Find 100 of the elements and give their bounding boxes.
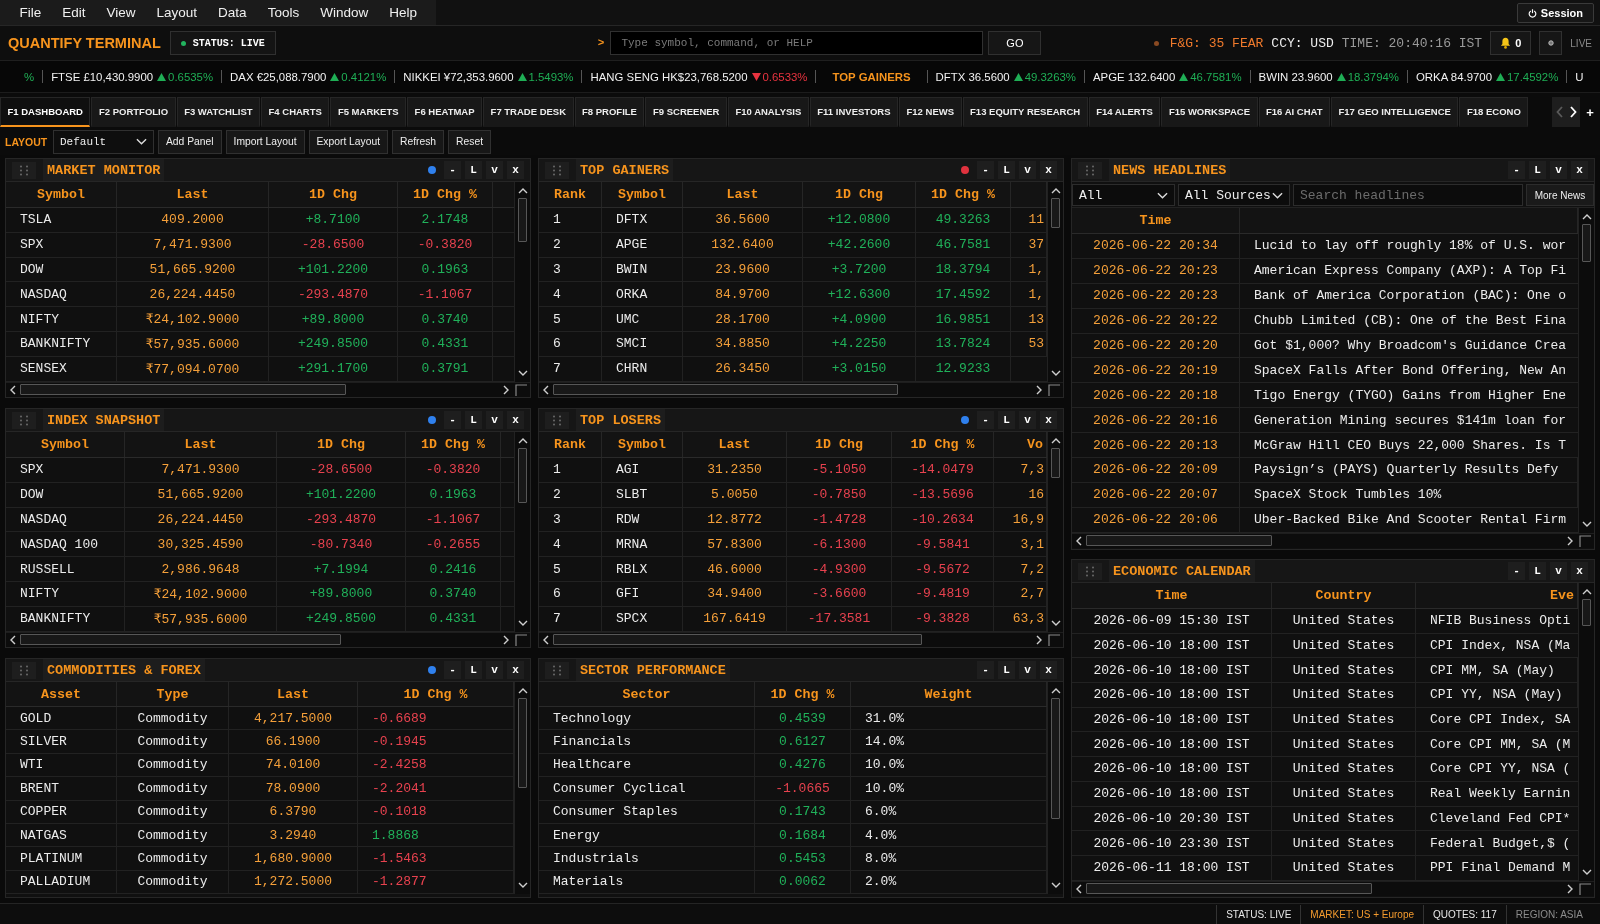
toolbar-button[interactable]: Add Panel [158, 129, 222, 154]
scrollbar-thumb[interactable] [20, 384, 346, 396]
panel-control-button[interactable]: L [998, 411, 1015, 429]
tab[interactable]: F15 WORKSPACE [1161, 97, 1258, 127]
tab[interactable]: F14 ALERTS [1088, 97, 1161, 127]
tab[interactable]: F7 TRADE DESK [483, 97, 574, 127]
command-field[interactable]: Type symbol, command, or HELP [610, 31, 984, 55]
tab[interactable]: F16 AI CHAT [1258, 97, 1330, 127]
scrollbar-thumb[interactable] [518, 198, 527, 242]
scrollbar-thumb[interactable] [1051, 448, 1060, 479]
grip-icon[interactable] [545, 661, 569, 679]
panel-control-button[interactable]: v [486, 661, 503, 679]
tab[interactable]: F9 SCREENER [645, 97, 727, 127]
panel-control-button[interactable]: v [1019, 661, 1036, 679]
chevron-down-icon[interactable] [1050, 882, 1061, 889]
panel-control-button[interactable]: v [1550, 161, 1567, 179]
menu-item[interactable]: File [9, 0, 52, 25]
panel-control-button[interactable]: - [977, 661, 994, 679]
alerts-button[interactable]: 0 [1490, 31, 1532, 55]
panel-control-button[interactable]: v [486, 161, 503, 179]
panel-control-button[interactable]: v [1019, 411, 1036, 429]
settings-button[interactable] [1539, 31, 1563, 55]
chevron-right-icon[interactable] [503, 634, 509, 645]
chevron-up-icon[interactable] [1050, 688, 1061, 694]
tab[interactable]: F13 EQUITY RESEARCH [962, 97, 1088, 127]
vertical-scrollbar[interactable] [514, 682, 530, 895]
tab[interactable]: F12 NEWS [899, 97, 962, 127]
chevron-down-icon[interactable] [1581, 868, 1592, 875]
panel-control-button[interactable]: x [1040, 161, 1057, 179]
toolbar-button[interactable]: Import Layout [225, 129, 305, 154]
chevron-up-icon[interactable] [1050, 438, 1061, 444]
menu-item[interactable]: View [96, 0, 147, 25]
chevron-up-icon[interactable] [1581, 589, 1592, 595]
grip-icon[interactable] [1078, 562, 1102, 580]
vertical-scrollbar[interactable] [1578, 583, 1594, 881]
chevron-down-icon[interactable] [1581, 520, 1592, 527]
grip-icon[interactable] [1078, 161, 1102, 179]
grip-icon[interactable] [12, 161, 36, 179]
chevron-right-icon[interactable] [1567, 883, 1573, 894]
menu-item[interactable]: Help [378, 0, 428, 25]
panel-control-button[interactable]: L [465, 661, 482, 679]
chevron-down-icon[interactable] [517, 369, 528, 376]
search-field[interactable]: Search headlines [1293, 184, 1523, 206]
layout-select[interactable]: Default [53, 129, 154, 154]
panel-control-button[interactable]: L [998, 661, 1015, 679]
tab[interactable]: F1 DASHBOARD [0, 97, 91, 127]
chevron-up-icon[interactable] [1050, 188, 1061, 194]
scrollbar-thumb[interactable] [1051, 198, 1060, 229]
vertical-scrollbar[interactable] [1578, 208, 1594, 533]
panel-control-button[interactable]: L [465, 161, 482, 179]
panel-control-button[interactable]: x [507, 661, 524, 679]
panel-control-button[interactable]: - [977, 411, 994, 429]
panel-control-button[interactable]: - [1508, 161, 1525, 179]
panel-control-button[interactable]: x [507, 161, 524, 179]
session-button[interactable]: Session [1516, 3, 1594, 23]
chevron-right-icon[interactable] [1036, 634, 1042, 645]
tab[interactable]: F8 PROFILE [574, 97, 645, 127]
menu-item[interactable]: Data [207, 0, 258, 25]
toolbar-button[interactable]: Reset [448, 129, 491, 154]
chevron-right-icon[interactable] [1567, 535, 1573, 546]
tab[interactable]: F18 ECONO [1459, 97, 1529, 127]
panel-control-button[interactable]: x [1571, 161, 1588, 179]
vertical-scrollbar[interactable] [1047, 182, 1063, 382]
panel-control-button[interactable]: L [1529, 161, 1546, 179]
scrollbar-thumb[interactable] [518, 448, 527, 504]
chevron-up-icon[interactable] [517, 688, 528, 694]
chevron-down-icon[interactable] [1050, 619, 1061, 626]
panel-control-button[interactable]: - [444, 161, 461, 179]
panel-control-button[interactable]: - [444, 411, 461, 429]
chevron-up-icon[interactable] [517, 188, 528, 194]
tab[interactable]: F4 CHARTS [261, 97, 330, 127]
scrollbar-thumb[interactable] [20, 634, 341, 646]
panel-control-button[interactable]: v [1550, 562, 1567, 580]
grip-icon[interactable] [12, 411, 36, 429]
tab[interactable]: F5 MARKETS [330, 97, 407, 127]
tab[interactable]: F11 INVESTORS [809, 97, 899, 127]
panel-control-button[interactable]: x [1040, 661, 1057, 679]
panel-control-button[interactable]: - [1508, 562, 1525, 580]
panel-control-button[interactable]: L [998, 161, 1015, 179]
vertical-scrollbar[interactable] [514, 182, 530, 382]
filter-select[interactable]: All Sources [1178, 184, 1290, 206]
scrollbar-thumb[interactable] [1582, 599, 1591, 626]
more-news-button[interactable]: More News [1526, 184, 1594, 206]
vertical-scrollbar[interactable] [1047, 682, 1063, 895]
panel-control-button[interactable]: x [507, 411, 524, 429]
tab[interactable]: F3 WATCHLIST [176, 97, 261, 127]
chevron-down-icon[interactable] [517, 619, 528, 626]
toolbar-button[interactable]: Export Layout [308, 129, 389, 154]
panel-control-button[interactable]: x [1040, 411, 1057, 429]
vertical-scrollbar[interactable] [1047, 432, 1063, 632]
panel-control-button[interactable]: x [1571, 562, 1588, 580]
tab[interactable]: F6 HEATMAP [407, 97, 483, 127]
vertical-scrollbar[interactable] [514, 432, 530, 632]
menu-item[interactable]: Layout [146, 0, 208, 25]
chevron-right-icon[interactable] [1036, 384, 1042, 395]
menu-item[interactable]: Window [309, 0, 379, 25]
chevron-down-icon[interactable] [1050, 369, 1061, 376]
scrollbar-thumb[interactable] [1086, 535, 1272, 547]
go-button[interactable]: GO [988, 31, 1042, 55]
panel-control-button[interactable]: L [465, 411, 482, 429]
